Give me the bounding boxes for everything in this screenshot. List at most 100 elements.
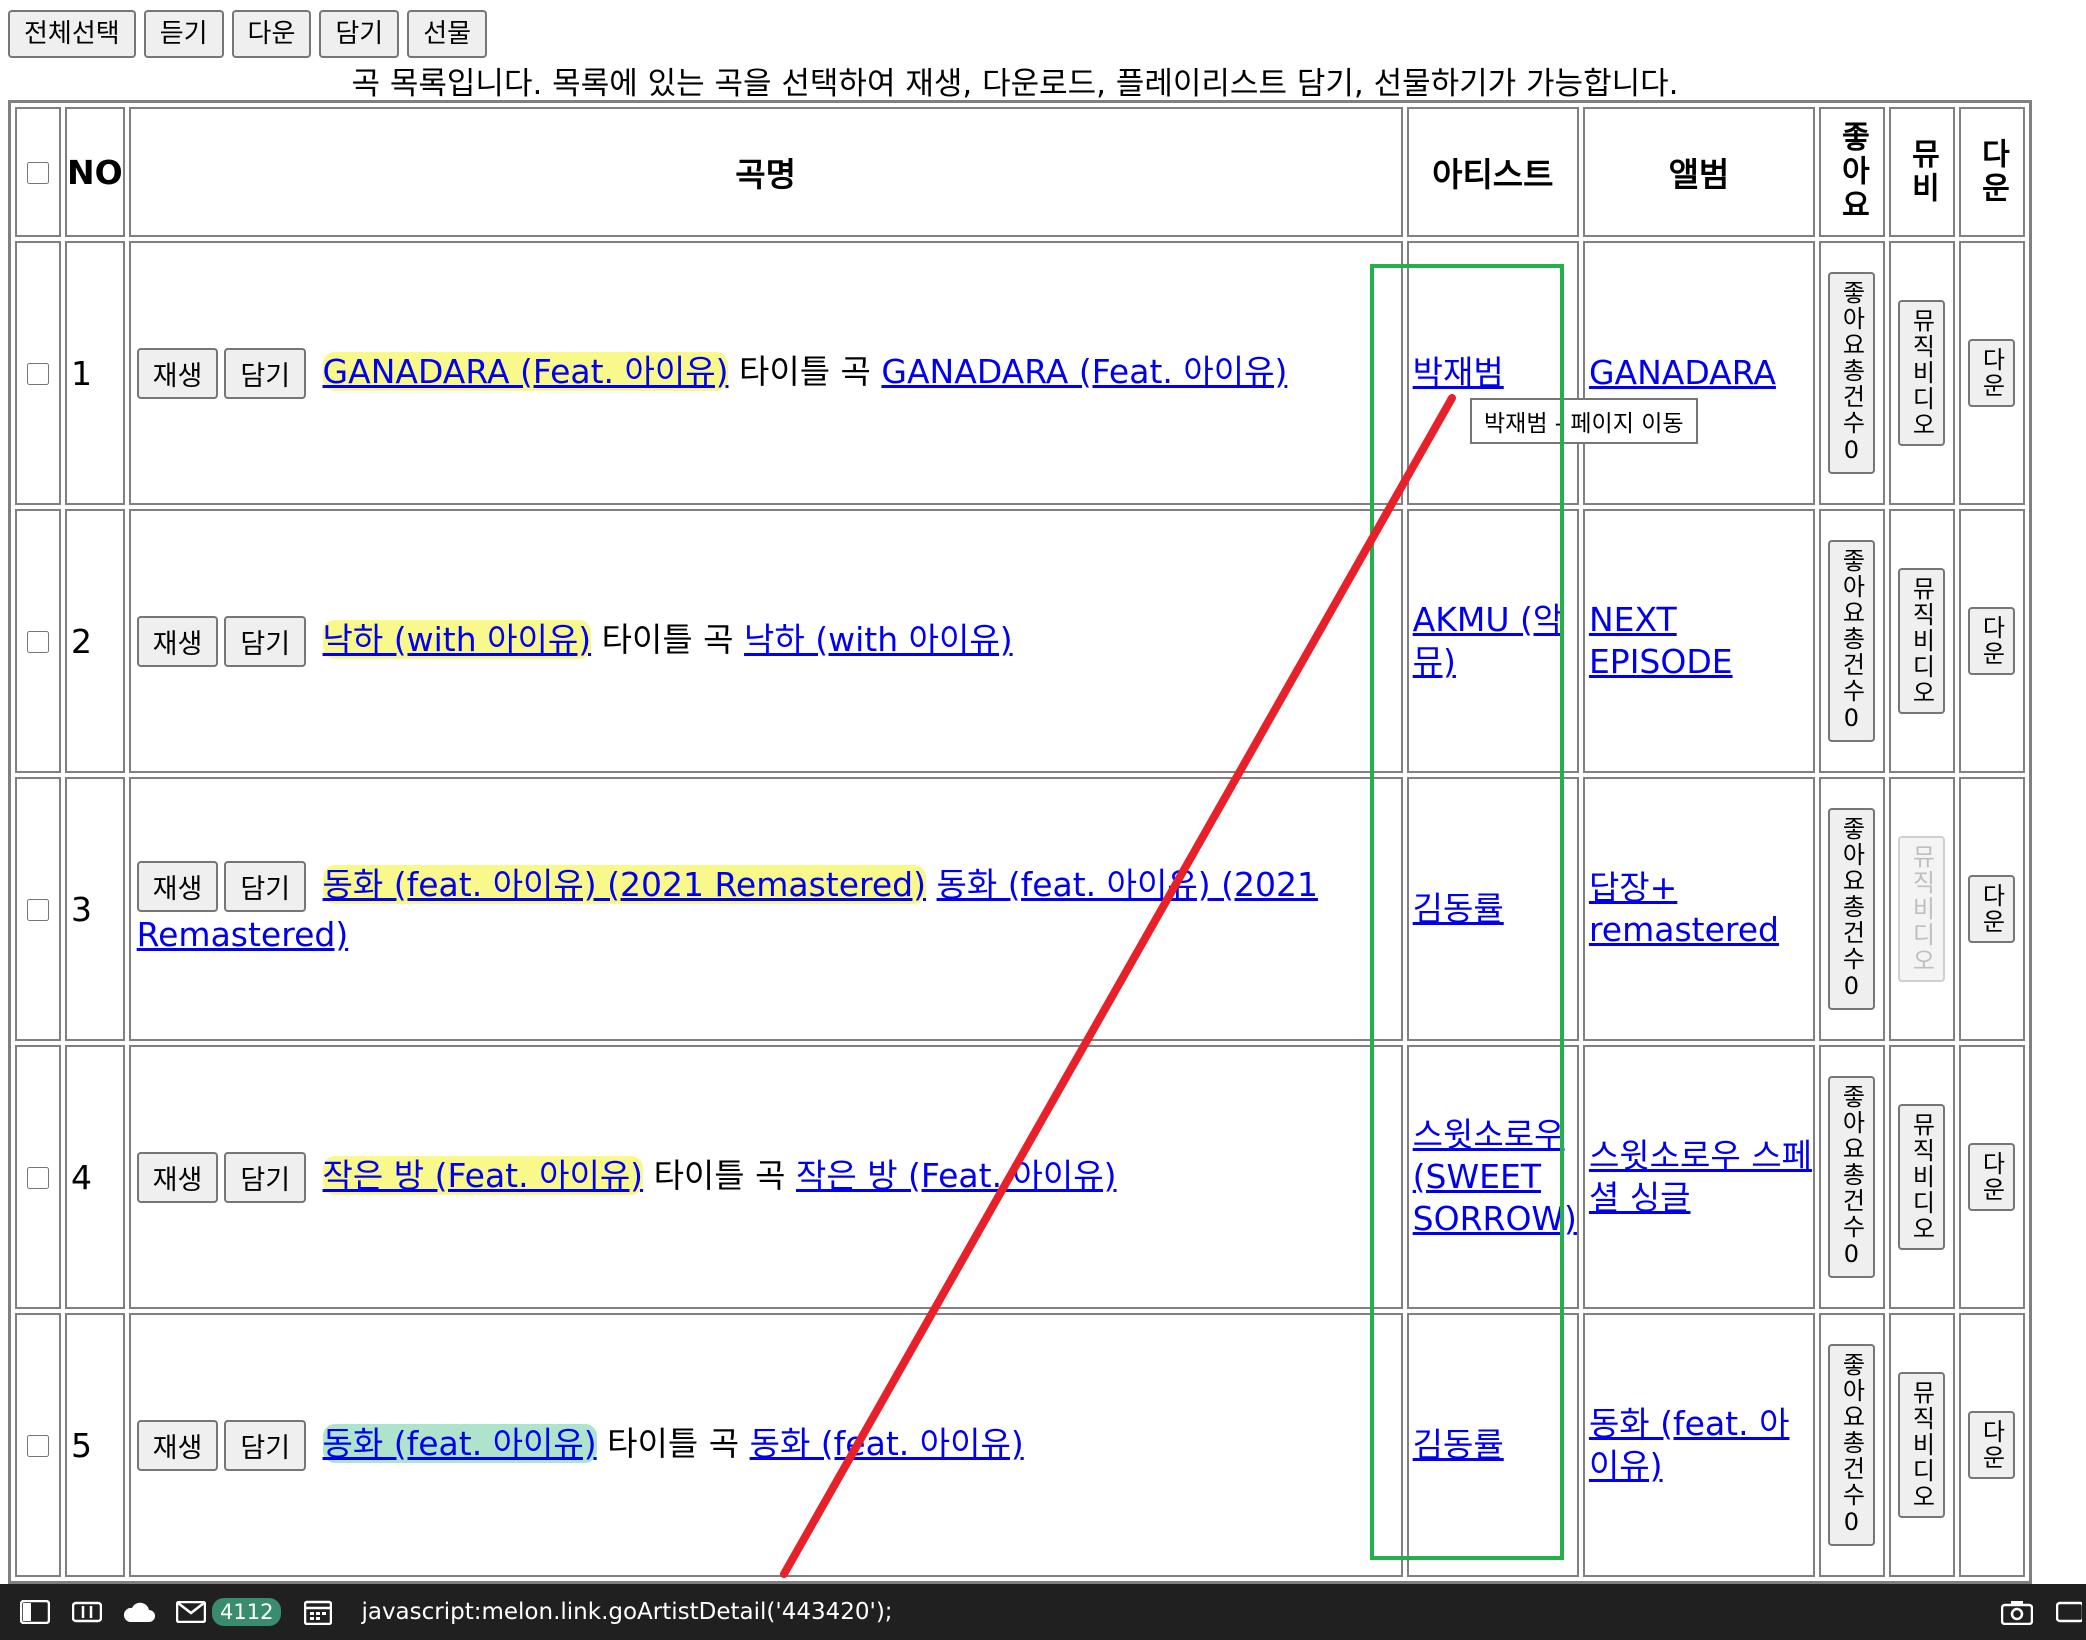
- calendar-icon[interactable]: [301, 1595, 335, 1629]
- artist-cell: 김동률: [1406, 777, 1579, 1041]
- artist-link[interactable]: 김동률: [1413, 1425, 1504, 1464]
- row-no: 2: [65, 509, 125, 773]
- add-button[interactable]: 담기: [319, 10, 400, 58]
- mail-count-badge: 4112: [212, 1598, 282, 1626]
- down-cell: 다운: [1958, 241, 2025, 505]
- play-button[interactable]: 재생: [136, 860, 219, 912]
- down-cell: 다운: [1958, 509, 2025, 773]
- like-button[interactable]: 좋아요총건수0: [1828, 808, 1876, 1010]
- mail-icon[interactable]: [174, 1595, 208, 1629]
- like-button[interactable]: 좋아요총건수0: [1828, 540, 1876, 742]
- song-title-link[interactable]: 동화 (feat. 아이유) (2021 Remastered): [322, 864, 927, 904]
- song-title-link[interactable]: GANADARA (Feat. 아이유): [322, 351, 729, 391]
- song-cell: 재생 담기 동화 (feat. 아이유) 타이틀 곡 동화 (feat. 아이유): [128, 1313, 1403, 1577]
- album-link[interactable]: GANADARA: [1589, 353, 1776, 392]
- artist-cell: 스윗소로우 (SWEET SORROW): [1406, 1045, 1579, 1309]
- artist-link[interactable]: AKMU (악뮤): [1413, 600, 1564, 681]
- music-video-button[interactable]: 뮤직비디오: [1898, 300, 1946, 446]
- table-row: 3 재생 담기 동화 (feat. 아이유) (2021 Remastered) …: [15, 777, 2025, 1041]
- music-video-button[interactable]: 뮤직비디오: [1898, 1104, 1946, 1250]
- table-row: 5 재생 담기 동화 (feat. 아이유) 타이틀 곡 동화 (feat. 아이…: [15, 1313, 2025, 1577]
- album-link[interactable]: 동화 (feat. 아이유): [1589, 1404, 1790, 1485]
- mv-cell: 뮤직비디오: [1888, 777, 1955, 1041]
- header-title: 곡명: [128, 107, 1403, 237]
- camera-icon[interactable]: [2000, 1595, 2034, 1629]
- header-album: 앨범: [1582, 107, 1815, 237]
- row-checkbox-cell: [15, 1045, 61, 1309]
- window-icon[interactable]: [2052, 1595, 2086, 1629]
- artist-link[interactable]: 스윗소로우 (SWEET SORROW): [1413, 1115, 1577, 1238]
- album-cell: 답장+ remastered: [1582, 777, 1815, 1041]
- tab-view-icon[interactable]: [70, 1595, 104, 1629]
- down-cell: 다운: [1958, 777, 2025, 1041]
- listen-button[interactable]: 듣기: [143, 10, 224, 58]
- like-button[interactable]: 좋아요총건수0: [1828, 1344, 1876, 1546]
- select-all-button[interactable]: 전체선택: [8, 10, 136, 58]
- row-checkbox[interactable]: [27, 630, 49, 653]
- down-cell: 다운: [1958, 1045, 2025, 1309]
- like-button[interactable]: 좋아요총건수0: [1828, 1076, 1876, 1278]
- row-no: 3: [65, 777, 125, 1041]
- add-to-playlist-button[interactable]: 담기: [224, 1151, 307, 1203]
- table-row: 4 재생 담기 작은 방 (Feat. 아이유) 타이틀 곡 작은 방 (Feat…: [15, 1045, 2025, 1309]
- sidebar-toggle-icon[interactable]: [18, 1595, 52, 1629]
- cloud-icon[interactable]: [122, 1595, 156, 1629]
- add-to-playlist-button[interactable]: 담기: [224, 347, 307, 399]
- status-url-text: javascript:melon.link.goArtistDetail('44…: [361, 1599, 893, 1625]
- title-suffix: 타이틀 곡: [601, 619, 734, 659]
- song-title-link[interactable]: 동화 (feat. 아이유): [322, 1423, 597, 1463]
- song-title-link[interactable]: 낙하 (with 아이유): [322, 619, 592, 659]
- header-artist: 아티스트: [1406, 107, 1579, 237]
- mv-cell: 뮤직비디오: [1888, 1045, 1955, 1309]
- mv-cell: 뮤직비디오: [1888, 509, 1955, 773]
- play-button[interactable]: 재생: [136, 1151, 219, 1203]
- row-no: 4: [65, 1045, 125, 1309]
- album-link[interactable]: 스윗소로우 스페셜 싱글: [1589, 1136, 1812, 1217]
- like-cell: 좋아요총건수0: [1818, 241, 1885, 505]
- artist-link[interactable]: 박재범: [1413, 353, 1504, 392]
- mv-cell: 뮤직비디오: [1888, 241, 1955, 505]
- header-mv: 뮤비: [1888, 107, 1955, 237]
- row-no: 5: [65, 1313, 125, 1577]
- album-link[interactable]: NEXT EPISODE: [1589, 600, 1733, 681]
- select-all-checkbox[interactable]: [27, 161, 49, 184]
- music-video-button-disabled: 뮤직비디오: [1898, 836, 1946, 982]
- artist-link[interactable]: 김동률: [1413, 889, 1504, 928]
- play-button[interactable]: 재생: [136, 347, 219, 399]
- song-table-wrap: NO 곡명 아티스트 앨범 좋아요 뮤비 다운 1 재생 담기 GANADARA …: [8, 100, 2032, 1584]
- like-cell: 좋아요총건수0: [1818, 777, 1885, 1041]
- song-cell: 재생 담기 GANADARA (Feat. 아이유) 타이틀 곡 GANADARA…: [128, 241, 1403, 505]
- like-button[interactable]: 좋아요총건수0: [1828, 272, 1876, 474]
- add-to-playlist-button[interactable]: 담기: [224, 860, 307, 912]
- music-video-button[interactable]: 뮤직비디오: [1898, 1372, 1946, 1518]
- artist-tooltip: 박재범 - 페이지 이동: [1470, 398, 1698, 444]
- add-to-playlist-button[interactable]: 담기: [224, 615, 307, 667]
- play-button[interactable]: 재생: [136, 1419, 219, 1471]
- song-title-link[interactable]: 작은 방 (Feat. 아이유): [322, 1155, 644, 1195]
- song-cell: 재생 담기 낙하 (with 아이유) 타이틀 곡 낙하 (with 아이유): [128, 509, 1403, 773]
- row-download-button[interactable]: 다운: [1968, 1411, 2016, 1479]
- row-checkbox[interactable]: [27, 362, 49, 385]
- mv-cell: 뮤직비디오: [1888, 1313, 1955, 1577]
- row-download-button[interactable]: 다운: [1968, 607, 2016, 675]
- play-button[interactable]: 재생: [136, 615, 219, 667]
- status-bar: 4112 javascript:melon.link.goArtistDetai…: [0, 1584, 2086, 1640]
- row-checkbox[interactable]: [27, 898, 49, 921]
- row-checkbox[interactable]: [27, 1166, 49, 1189]
- table-header-row: NO 곡명 아티스트 앨범 좋아요 뮤비 다운: [15, 107, 2025, 237]
- toolbar: 전체선택 듣기 다운 담기 선물: [8, 10, 488, 58]
- row-download-button[interactable]: 다운: [1968, 875, 2016, 943]
- song-title-link-2[interactable]: 낙하 (with 아이유): [744, 620, 1013, 659]
- row-download-button[interactable]: 다운: [1968, 1143, 2016, 1211]
- row-checkbox[interactable]: [27, 1434, 49, 1457]
- music-video-button[interactable]: 뮤직비디오: [1898, 568, 1946, 714]
- song-title-link-2[interactable]: 작은 방 (Feat. 아이유): [796, 1156, 1117, 1195]
- album-link[interactable]: 답장+ remastered: [1589, 868, 1779, 949]
- song-title-link-2[interactable]: GANADARA (Feat. 아이유): [881, 352, 1287, 391]
- gift-button[interactable]: 선물: [407, 10, 488, 58]
- add-to-playlist-button[interactable]: 담기: [224, 1419, 307, 1471]
- like-cell: 좋아요총건수0: [1818, 509, 1885, 773]
- download-button[interactable]: 다운: [231, 10, 312, 58]
- song-title-link-2[interactable]: 동화 (feat. 아이유): [750, 1424, 1024, 1463]
- row-download-button[interactable]: 다운: [1968, 339, 2016, 407]
